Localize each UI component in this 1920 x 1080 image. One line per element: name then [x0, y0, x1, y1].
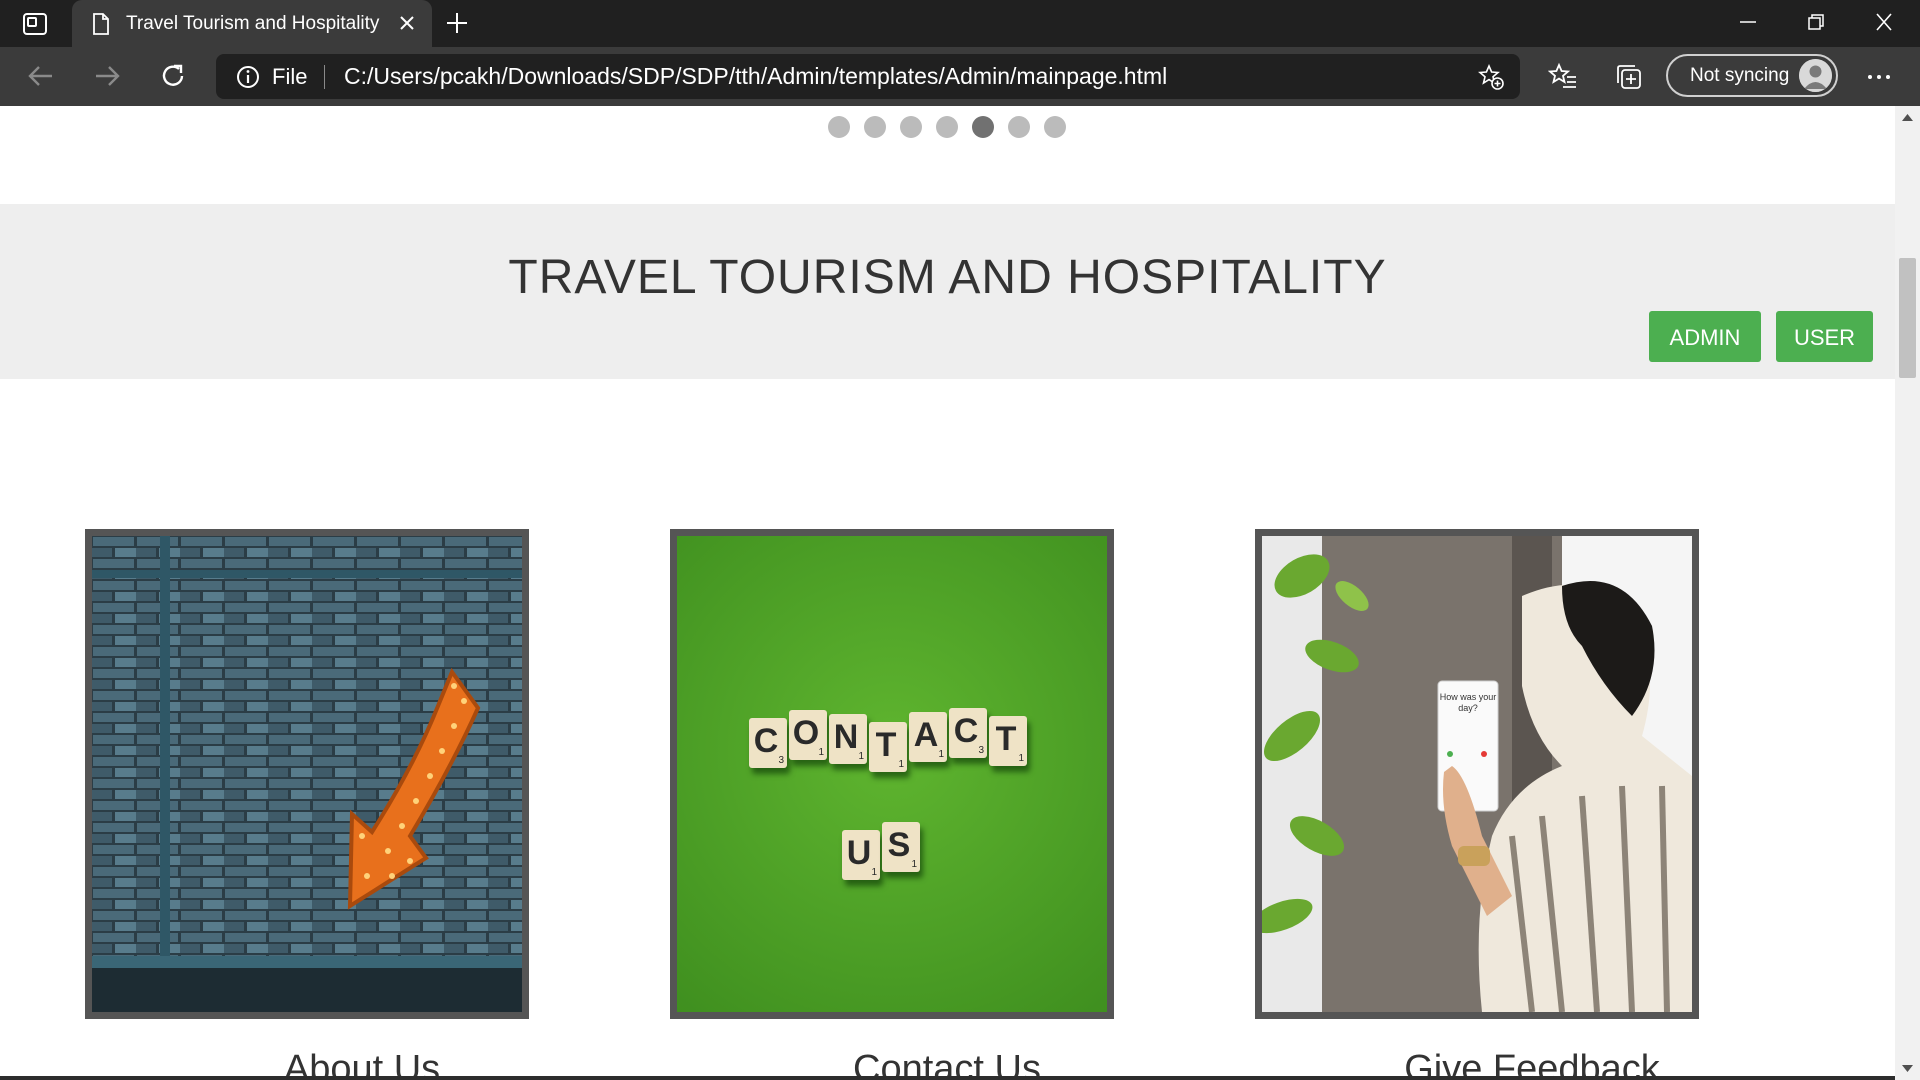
- vertical-scrollbar[interactable]: [1895, 106, 1920, 1080]
- active-tab[interactable]: Travel Tourism and Hospitality: [72, 0, 432, 47]
- contact-tile: O1: [789, 710, 827, 760]
- workspaces-icon[interactable]: [22, 12, 48, 36]
- tile-points: 1: [1018, 753, 1024, 764]
- address-separator: [324, 65, 325, 89]
- user-button[interactable]: USER: [1776, 311, 1873, 362]
- back-icon[interactable]: [26, 61, 56, 91]
- slide-dot-7[interactable]: [1044, 116, 1066, 138]
- page-bottom-border: [0, 1076, 1895, 1080]
- browser-toolbar: File C:/Users/pcakh/Downloads/SDP/SDP/tt…: [0, 47, 1920, 106]
- us-tile: U1: [842, 830, 880, 880]
- contact-tile: T1: [989, 716, 1027, 766]
- feedback-image[interactable]: How was your day?: [1262, 536, 1692, 1012]
- contact-tile: C3: [949, 708, 987, 758]
- address-bar[interactable]: File C:/Users/pcakh/Downloads/SDP/SDP/tt…: [216, 54, 1520, 99]
- brick-wall-arrow-image: [92, 536, 522, 1012]
- feedback-tablet-photo: [1262, 536, 1692, 1012]
- sync-status-label: Not syncing: [1690, 65, 1790, 86]
- contact-tile: N1: [829, 714, 867, 764]
- slide-dot-1[interactable]: [828, 116, 850, 138]
- site-header: TRAVEL TOURISM AND HOSPITALITY ADMIN USE…: [0, 204, 1895, 379]
- tile-points: 1: [898, 759, 904, 770]
- restore-icon[interactable]: [1804, 12, 1828, 32]
- close-tab-icon[interactable]: [398, 14, 416, 32]
- about-us-image[interactable]: [92, 536, 522, 1012]
- info-icon[interactable]: [236, 65, 260, 89]
- tile-points: 3: [978, 745, 984, 756]
- profile-sync-button[interactable]: Not syncing: [1666, 54, 1838, 97]
- new-tab-icon[interactable]: [446, 12, 468, 34]
- url-text[interactable]: C:/Users/pcakh/Downloads/SDP/SDP/tth/Adm…: [344, 54, 1167, 99]
- wristwatch: [1458, 846, 1490, 866]
- add-favorite-icon[interactable]: [1478, 64, 1504, 90]
- tablet-question: How was your day?: [1439, 692, 1497, 713]
- browser-tab-bar: Travel Tourism and Hospitality: [0, 0, 1920, 47]
- minimize-icon[interactable]: [1736, 12, 1760, 32]
- scheme-label: File: [272, 64, 308, 89]
- page-viewport: TRAVEL TOURISM AND HOSPITALITY ADMIN USE…: [0, 106, 1895, 1080]
- green-background: [677, 536, 1107, 1012]
- tile-points: 1: [871, 867, 877, 878]
- tile-points: 1: [938, 749, 944, 760]
- refresh-icon[interactable]: [158, 61, 188, 91]
- us-tile: S1: [882, 822, 920, 872]
- contact-tile: C3: [749, 718, 787, 768]
- scroll-up-icon[interactable]: [1901, 112, 1914, 122]
- feedback-card[interactable]: How was your day?: [1255, 529, 1699, 1019]
- contact-us-image[interactable]: C3O1N1T1A1C3T1 U1S1: [677, 536, 1107, 1012]
- favorites-icon[interactable]: [1548, 62, 1578, 92]
- contact-tile: T1: [869, 722, 907, 772]
- collections-icon[interactable]: [1614, 62, 1644, 92]
- tile-points: 3: [778, 755, 784, 766]
- scroll-down-icon[interactable]: [1901, 1064, 1914, 1074]
- admin-button[interactable]: ADMIN: [1649, 311, 1761, 362]
- tile-points: 1: [911, 859, 917, 870]
- slide-dot-3[interactable]: [900, 116, 922, 138]
- scrollbar-thumb[interactable]: [1899, 258, 1916, 378]
- slide-dot-2[interactable]: [864, 116, 886, 138]
- close-window-icon[interactable]: [1872, 12, 1896, 32]
- avatar-icon: [1799, 59, 1832, 92]
- slide-dot-4[interactable]: [936, 116, 958, 138]
- forward-icon[interactable]: [92, 61, 122, 91]
- tile-points: 1: [818, 747, 824, 758]
- page-icon: [93, 13, 109, 35]
- more-options-icon[interactable]: [1864, 62, 1894, 92]
- site-title: TRAVEL TOURISM AND HOSPITALITY: [508, 251, 1387, 304]
- slide-dot-6[interactable]: [1008, 116, 1030, 138]
- tab-title: Travel Tourism and Hospitality: [126, 13, 380, 34]
- about-us-card[interactable]: [85, 529, 529, 1019]
- contact-us-card[interactable]: C3O1N1T1A1C3T1 U1S1: [670, 529, 1114, 1019]
- slide-dot-5[interactable]: [972, 116, 994, 138]
- contact-tile: A1: [909, 712, 947, 762]
- tile-points: 1: [858, 751, 864, 762]
